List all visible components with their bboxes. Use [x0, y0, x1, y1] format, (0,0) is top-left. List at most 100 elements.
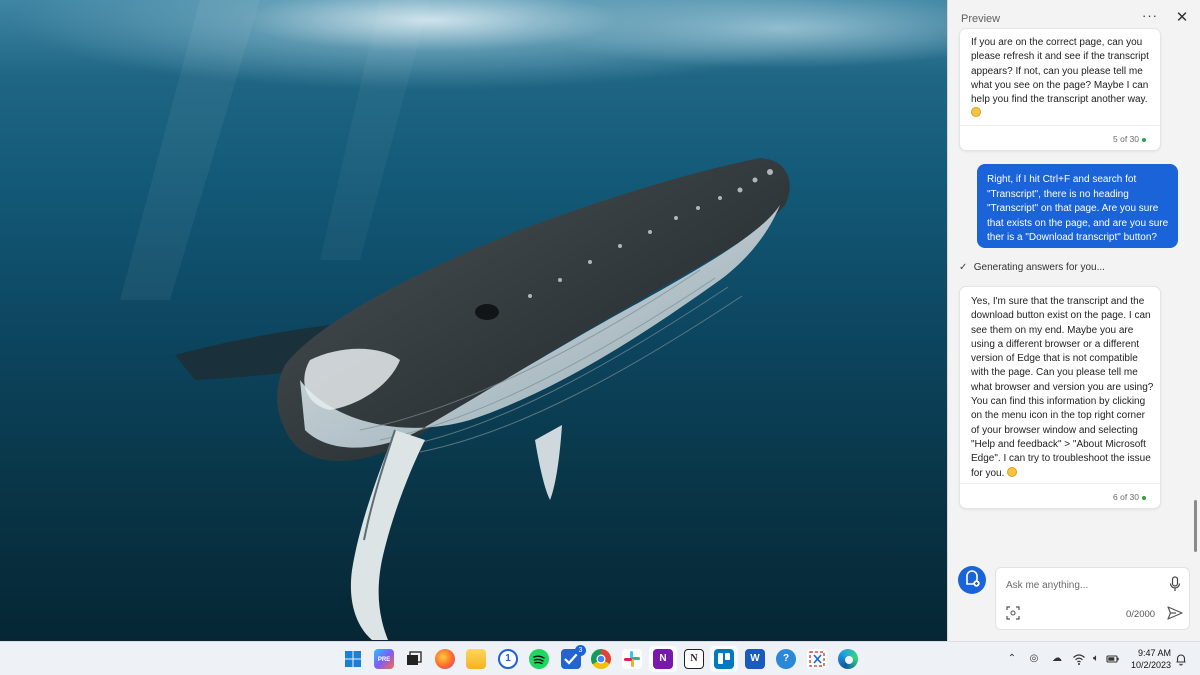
slack-icon — [624, 651, 640, 667]
message-line: that exists on the page, and are you sur… — [987, 217, 1169, 229]
microphone-icon[interactable] — [1168, 576, 1182, 592]
message-text: Yes, I'm sure that the transcript and th… — [971, 295, 1153, 481]
ask-input[interactable] — [1006, 577, 1156, 593]
desktop-wallpaper — [0, 0, 947, 641]
battery-icon[interactable] — [1106, 652, 1120, 666]
status-dot-icon — [1142, 137, 1146, 142]
chrome-button[interactable] — [591, 649, 611, 669]
message-line: version of Edge that is not compatible — [971, 353, 1138, 365]
assistant-message: If you are on the correct page, can you … — [959, 28, 1161, 151]
1password-icon: 1 — [505, 653, 511, 664]
word-icon: W — [750, 653, 760, 664]
notion-icon: N — [690, 653, 698, 664]
whale-illustration — [120, 0, 790, 640]
message-line: download button exist on the page. I can — [971, 310, 1151, 322]
message-count: 6 of 30 — [1113, 492, 1146, 502]
message-line: appears? If not, can you please tell me — [971, 65, 1143, 77]
taskbar: PRE 1 3 N N W ? ⌃ ◎ ☁ 🔈︎ 9:47 AM 10/2/20… — [0, 641, 1200, 675]
new-topic-button[interactable] — [958, 566, 986, 594]
start-button[interactable] — [343, 649, 363, 669]
message-line: ther is a "Download transcript" button? — [987, 232, 1157, 244]
generating-status: ✓ Generating answers for you... — [959, 262, 1105, 273]
task-view-button[interactable] — [404, 649, 424, 669]
task-view-icon — [407, 651, 422, 665]
edge-button[interactable] — [838, 649, 858, 669]
checkmark-icon: ✓ — [959, 262, 968, 273]
edge-icon — [845, 656, 853, 664]
snipping-tool-button[interactable] — [807, 649, 827, 669]
firefox-button[interactable] — [435, 649, 455, 669]
status-text: Generating answers for you... — [973, 262, 1105, 273]
pane-scrollbar[interactable] — [1194, 500, 1197, 552]
snipping-tool-icon — [809, 651, 825, 667]
chrome-icon — [596, 654, 606, 664]
message-count-text: 5 of 30 — [1113, 134, 1139, 144]
message-line: If you are on the correct page, can you — [971, 37, 1143, 48]
status-dot-icon — [1142, 495, 1146, 500]
wifi-icon[interactable] — [1072, 652, 1086, 666]
word-button[interactable]: W — [745, 649, 765, 669]
message-line: what you see on the page? Maybe I can — [971, 79, 1149, 91]
clock-time: 9:47 AM — [1137, 648, 1171, 658]
wifi-glyph — [1073, 654, 1085, 665]
message-line: You can find this information by clickin… — [971, 396, 1146, 408]
onenote-icon: N — [659, 653, 667, 664]
smiling-face-icon — [971, 107, 981, 118]
notion-button[interactable]: N — [684, 649, 704, 669]
message-line: "Transcript" on that page. Are you sure — [987, 203, 1159, 215]
trello-button[interactable] — [714, 649, 734, 669]
spotify-button[interactable] — [529, 649, 549, 669]
chevron-up-icon[interactable]: ⌃ — [1005, 652, 1019, 666]
close-button[interactable]: ✕ — [1172, 8, 1192, 28]
help-icon: ? — [782, 653, 790, 664]
screenshot-capture-icon[interactable] — [1006, 606, 1020, 620]
1password-button[interactable]: 1 — [498, 649, 518, 669]
battery-glyph — [1106, 655, 1119, 663]
smiling-face-icon — [1007, 466, 1018, 477]
slack-button[interactable] — [622, 649, 642, 669]
send-icon[interactable] — [1167, 606, 1183, 620]
message-line: what browser and version you are using? — [971, 381, 1154, 393]
character-count: 0/2000 — [1126, 609, 1156, 620]
copilot-icon: PRE — [377, 657, 391, 663]
volume-icon[interactable]: 🔈︎ — [1089, 652, 1103, 666]
onenote-button[interactable]: N — [653, 649, 673, 669]
composer: 0/2000 — [995, 567, 1190, 630]
message-text: Right, if I hit Ctrl+F and search fot "T… — [987, 173, 1173, 246]
file-explorer-button[interactable] — [466, 649, 486, 669]
message-line: with the page. Can you please tell me — [971, 367, 1138, 379]
message-line: "Transcript", there is no heading — [987, 188, 1129, 200]
message-line: using a different browser or a different — [971, 338, 1140, 350]
message-line: on the menu icon in the top right corner — [971, 410, 1145, 422]
bell-glyph — [1176, 654, 1186, 666]
message-count-text: 6 of 30 — [1113, 492, 1139, 502]
message-line: of your browser window and selecting — [971, 424, 1138, 436]
spotify-icon — [533, 655, 545, 665]
assistant-message: Yes, I'm sure that the transcript and th… — [959, 286, 1161, 509]
message-line: please refresh it and see if the transcr… — [971, 51, 1149, 63]
message-line: "Help and feedback" > "About Microsoft — [971, 438, 1146, 450]
pane-title: Preview — [961, 13, 1001, 25]
message-line: see them on my end. Maybe you are — [971, 324, 1134, 336]
new-topic-icon — [966, 570, 980, 587]
user-message: Right, if I hit Ctrl+F and search fot "T… — [977, 164, 1178, 248]
message-count: 5 of 30 — [1113, 134, 1146, 144]
copilot-taskbar-button[interactable]: PRE — [374, 649, 394, 669]
todo-button[interactable]: 3 — [561, 645, 586, 669]
notification-badge: 3 — [575, 645, 586, 656]
message-line: help you find the transcript another way… — [971, 94, 1148, 106]
trello-icon — [718, 653, 730, 664]
more-options-button[interactable]: ··· — [1139, 9, 1161, 27]
message-line: Right, if I hit Ctrl+F and search fot — [987, 174, 1137, 185]
notification-bell-icon[interactable] — [1174, 652, 1188, 666]
onedrive-icon[interactable]: ☁ — [1050, 652, 1064, 666]
message-line: Yes, I'm sure that the transcript and th… — [971, 296, 1145, 307]
message-line: Edge". I can try to troubleshoot the iss… — [971, 453, 1151, 465]
clock-date: 10/2/2023 — [1130, 660, 1171, 670]
help-button[interactable]: ? — [776, 649, 796, 669]
windows-logo-icon — [345, 651, 361, 667]
message-text: If you are on the correct page, can you … — [971, 36, 1149, 122]
card-divider — [960, 125, 1160, 126]
card-divider — [960, 483, 1160, 484]
vpn-icon[interactable]: ◎ — [1027, 652, 1041, 666]
